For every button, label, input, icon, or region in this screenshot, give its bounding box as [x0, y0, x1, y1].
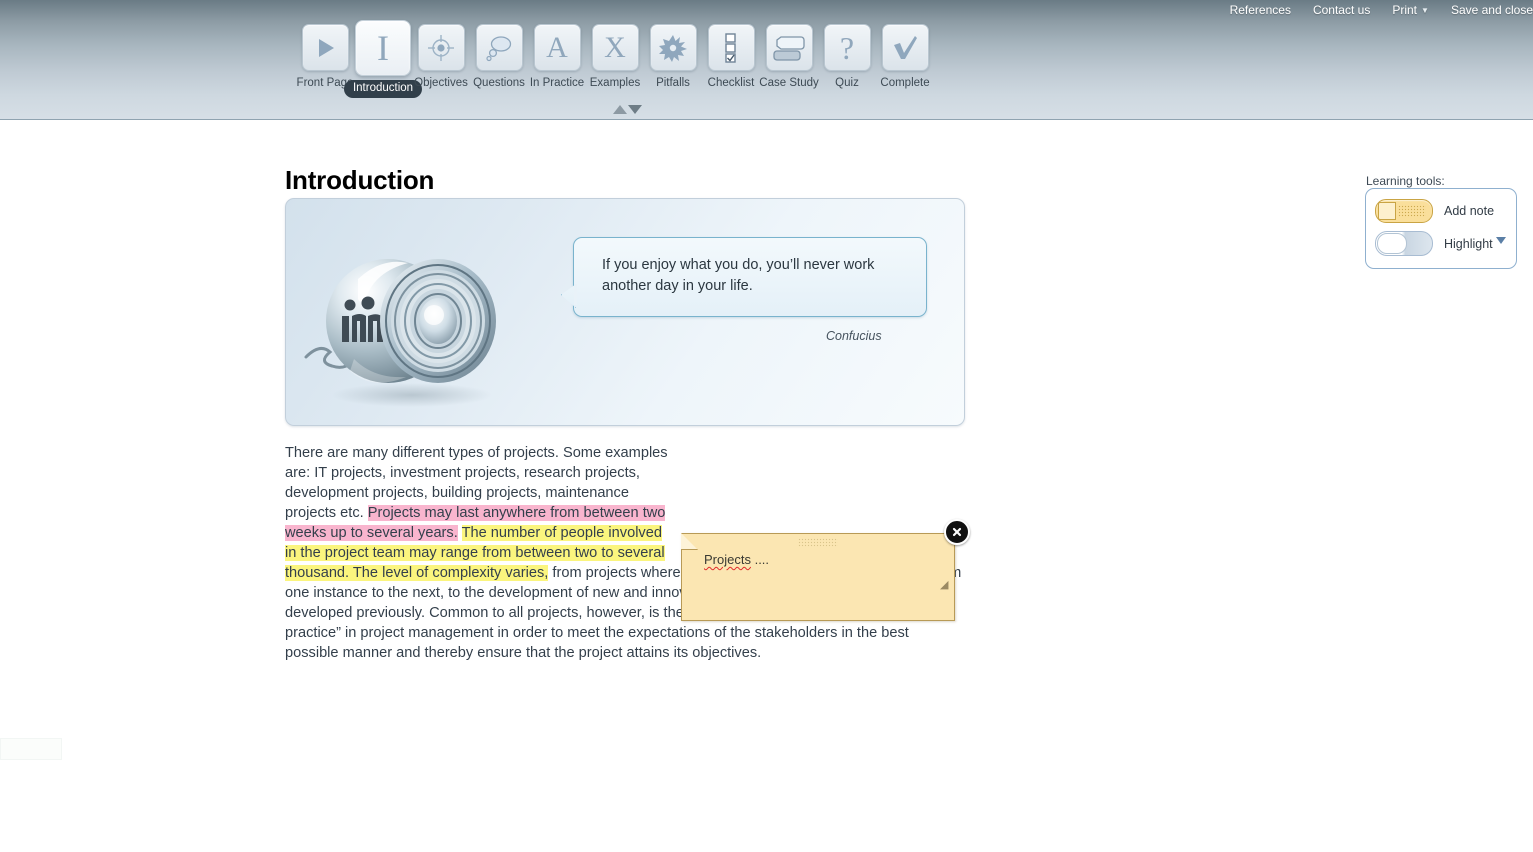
print-menu[interactable]: Print ▼	[1392, 3, 1429, 17]
nav-item-front-page[interactable]: Front Page	[296, 24, 354, 90]
nav-item-examples[interactable]: X Examples	[586, 24, 644, 90]
hero-panel: If you enjoy what you do, you’ll never w…	[285, 198, 965, 426]
footer-placeholder-box	[0, 738, 62, 760]
note-close-button[interactable]	[944, 519, 970, 545]
arrow-down-icon	[628, 105, 642, 114]
note-dots-icon	[1398, 205, 1426, 217]
checkmark-icon	[881, 24, 929, 71]
speech-bubble-icon	[475, 24, 523, 71]
quote-bubble: If you enjoy what you do, you’ll never w…	[561, 237, 927, 317]
course-page: References Contact us Print ▼ Save and cl…	[0, 0, 1533, 852]
nav-item-case-study[interactable]: Case Study	[759, 24, 819, 90]
save-and-close-link[interactable]: Save and close	[1451, 3, 1533, 17]
add-note-toggle[interactable]	[1375, 199, 1433, 223]
nav-label: Case Study	[759, 77, 819, 89]
nav-item-in-practice[interactable]: A In Practice	[528, 24, 586, 90]
nav-label: Introduction	[343, 80, 423, 98]
nav-item-pitfalls[interactable]: Pitfalls	[644, 24, 702, 90]
case-study-icon	[765, 24, 813, 71]
highlight-row[interactable]: Highlight	[1375, 231, 1493, 256]
note-text[interactable]: Projects ....	[704, 552, 769, 567]
nav-item-complete[interactable]: Complete	[876, 24, 934, 90]
nav-label: Checklist	[707, 77, 755, 89]
nav-item-quiz[interactable]: ? Quiz	[818, 24, 876, 90]
note-icon	[1378, 202, 1396, 220]
nav-label: Pitfalls	[656, 77, 690, 89]
note-fold-corner-icon	[681, 533, 698, 550]
nav-item-checklist[interactable]: Checklist	[702, 24, 760, 90]
play-icon	[301, 24, 349, 71]
add-note-label: Add note	[1444, 204, 1495, 218]
note-text-suffix: ....	[750, 552, 770, 567]
nav-item-questions[interactable]: Questions	[470, 24, 528, 90]
nav-label: Complete	[880, 77, 930, 89]
references-link[interactable]: References	[1230, 3, 1291, 17]
chevron-down-icon: ▼	[1421, 6, 1429, 15]
letter-x-icon: X	[591, 24, 639, 71]
body-segment-space	[458, 525, 462, 541]
quote-text: If you enjoy what you do, you’ll never w…	[602, 257, 875, 294]
nav-label: Examples	[589, 77, 641, 89]
close-icon	[952, 527, 962, 537]
target-icon	[417, 24, 465, 71]
nav-item-objectives[interactable]: Objectives	[412, 24, 470, 90]
nav-item-introduction[interactable]: I Introduction	[343, 20, 423, 98]
nav-label: Objectives	[414, 77, 468, 89]
page-title: Introduction	[285, 165, 435, 195]
note-word-misspelled: Projects	[704, 552, 751, 567]
toggle-knob	[1377, 233, 1407, 254]
bubble-tail-mask	[574, 284, 577, 305]
top-utility-links: References Contact us Print ▼ Save and cl…	[1230, 0, 1533, 20]
highlight-toggle[interactable]	[1375, 231, 1433, 256]
arrow-up-icon	[613, 105, 627, 114]
nav-collapse-toggle[interactable]	[613, 105, 642, 114]
course-section-nav: Front Page I Introduction Objectives Que…	[296, 20, 934, 98]
nav-label: In Practice	[529, 77, 585, 89]
contact-us-link[interactable]: Contact us	[1313, 3, 1370, 17]
note-drag-handle[interactable]	[798, 538, 838, 547]
question-mark-icon: ?	[823, 24, 871, 71]
learning-tools-label: Learning tools:	[1366, 174, 1445, 188]
letter-a-icon: A	[533, 24, 581, 71]
chrome-sphere-illustration	[292, 217, 542, 417]
print-label: Print	[1392, 3, 1418, 17]
nav-label: Quiz	[835, 77, 859, 89]
sticky-note[interactable]: Projects .... ◢	[681, 533, 955, 621]
highlight-label: Highlight	[1444, 236, 1493, 251]
header-bar: References Contact us Print ▼ Save and cl…	[0, 0, 1533, 120]
letter-i-icon: I	[355, 20, 411, 76]
checklist-icon	[707, 24, 755, 71]
add-note-row[interactable]: Add note	[1375, 199, 1494, 223]
splat-icon	[649, 24, 697, 71]
learning-tools-panel: Add note Highlight	[1365, 188, 1517, 269]
highlight-color-dropdown[interactable]	[1496, 237, 1506, 244]
quote-attribution: Confucius	[826, 329, 882, 343]
nav-label: Questions	[473, 77, 525, 89]
note-resize-handle[interactable]: ◢	[940, 580, 950, 591]
